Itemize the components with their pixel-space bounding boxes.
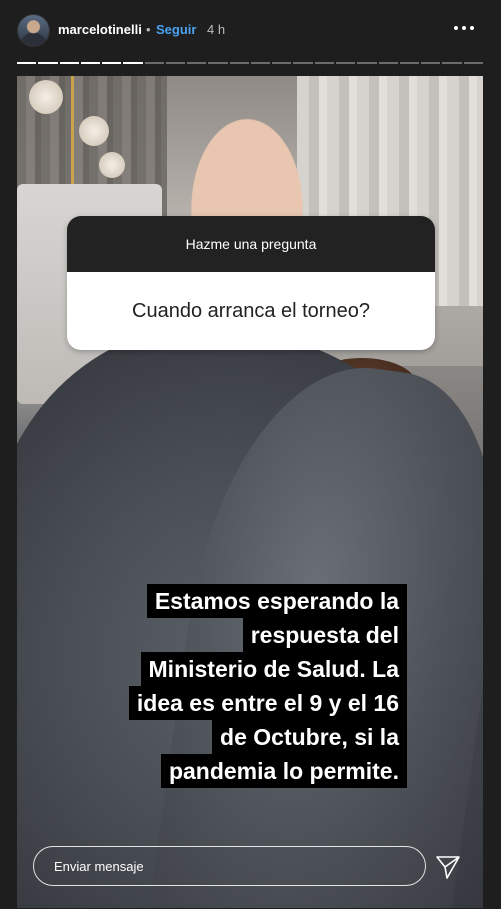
progress-segment bbox=[399, 62, 420, 64]
caption-line: respuesta del bbox=[242, 618, 407, 652]
timestamp: 4 h bbox=[207, 22, 226, 37]
progress-segment bbox=[357, 62, 377, 64]
progress-segment bbox=[59, 62, 79, 64]
progress-segment bbox=[378, 62, 398, 64]
progress-segment bbox=[187, 62, 207, 64]
caption-line: de Octubre, si la bbox=[212, 720, 407, 754]
question-prompt: Hazme una pregunta bbox=[67, 216, 435, 272]
progress-segment bbox=[17, 62, 37, 64]
progress-segment bbox=[421, 62, 441, 64]
story-progress-bar bbox=[17, 62, 483, 64]
progress-segment bbox=[102, 62, 122, 64]
progress-segment bbox=[144, 62, 164, 64]
lamp-globe bbox=[29, 80, 63, 114]
separator-dot: • bbox=[146, 22, 151, 37]
avatar[interactable] bbox=[17, 14, 50, 47]
lamp-pole bbox=[71, 76, 74, 196]
progress-segment bbox=[229, 62, 249, 64]
username[interactable]: marcelotinelli bbox=[58, 22, 142, 37]
message-placeholder: Enviar mensaje bbox=[54, 859, 144, 874]
progress-segment bbox=[335, 62, 356, 64]
question-sticker[interactable]: Hazme una pregunta Cuando arranca el tor… bbox=[67, 216, 435, 350]
progress-segment bbox=[123, 62, 143, 64]
progress-segment bbox=[442, 62, 462, 64]
more-options-icon[interactable] bbox=[452, 16, 476, 40]
progress-segment bbox=[272, 62, 292, 64]
progress-segment bbox=[463, 62, 483, 64]
progress-segment bbox=[165, 62, 186, 64]
caption-line: idea es entre el 9 y el 16 bbox=[128, 686, 407, 720]
story-header: marcelotinelli • Seguir 4 h bbox=[0, 0, 501, 62]
progress-segment bbox=[314, 62, 334, 64]
send-message-input[interactable]: Enviar mensaje bbox=[33, 846, 426, 886]
progress-segment bbox=[80, 62, 101, 64]
progress-segment bbox=[250, 62, 271, 64]
lamp-globe bbox=[79, 116, 109, 146]
story-caption: Estamos esperando la respuesta del Minis… bbox=[107, 584, 407, 788]
follow-button[interactable]: Seguir bbox=[156, 22, 196, 37]
caption-line: Estamos esperando la bbox=[146, 584, 407, 618]
question-text: Cuando arranca el torneo? bbox=[67, 272, 435, 350]
caption-line: Ministerio de Salud. La bbox=[140, 652, 407, 686]
caption-line: pandemia lo permite. bbox=[160, 754, 407, 788]
progress-segment bbox=[38, 62, 58, 64]
lamp-globe bbox=[99, 152, 125, 178]
progress-segment bbox=[208, 62, 228, 64]
send-icon[interactable] bbox=[435, 854, 461, 880]
progress-segment bbox=[293, 62, 313, 64]
